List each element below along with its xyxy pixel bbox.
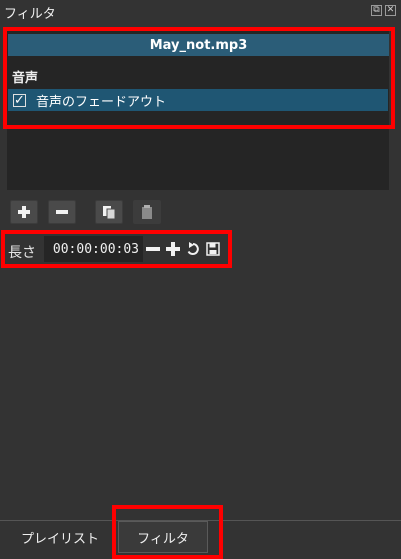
remove-filter-button[interactable] [48,200,76,224]
copy-filter-button[interactable] [95,200,123,224]
close-dock-button[interactable]: ✕ [385,5,396,16]
highlight-frame-filter-list [3,27,395,129]
dock-title: フィルタ [4,7,56,22]
tab-playlist[interactable]: プレイリスト [6,521,114,553]
add-filter-button[interactable] [10,200,38,224]
plus-icon [18,206,30,218]
minus-icon [56,210,68,214]
float-dock-button[interactable]: ⧉ [371,5,382,16]
float-icon: ⧉ [373,5,380,15]
paste-icon [142,205,152,219]
highlight-frame-filters-tab [112,505,223,559]
highlight-frame-duration [1,230,232,268]
copy-icon [103,206,116,219]
close-icon: ✕ [386,5,395,15]
dock-title-bar [0,0,401,22]
paste-filter-button[interactable] [133,200,161,224]
